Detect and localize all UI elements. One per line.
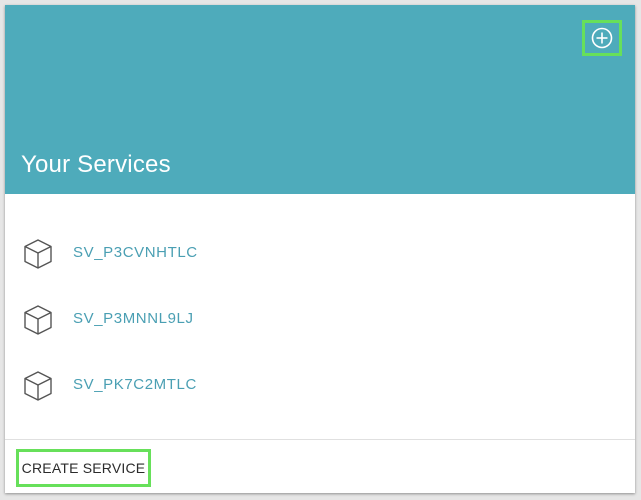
service-item[interactable]: SV_P3MNNL9LJ — [5, 295, 635, 343]
cube-icon — [21, 303, 55, 337]
add-service-button[interactable] — [582, 20, 622, 56]
service-name-link[interactable]: SV_P3MNNL9LJ — [73, 310, 194, 328]
plus-circle-icon — [591, 27, 613, 49]
service-name-link[interactable]: SV_P3CVNHTLC — [73, 244, 198, 262]
card-header: Your Services — [5, 5, 635, 194]
services-card: Your Services SV_P3CVNHTLC SV_P3MNNL9LJ … — [5, 5, 635, 493]
cube-icon — [21, 237, 55, 271]
card-footer: CREATE SERVICE — [5, 439, 635, 493]
service-item[interactable]: SV_P3CVNHTLC — [5, 229, 635, 277]
create-service-button[interactable]: CREATE SERVICE — [16, 449, 151, 487]
page-title: Your Services — [21, 151, 171, 178]
service-name-link[interactable]: SV_PK7C2MTLC — [73, 376, 197, 394]
cube-icon — [21, 369, 55, 403]
service-item[interactable]: SV_PK7C2MTLC — [5, 361, 635, 409]
